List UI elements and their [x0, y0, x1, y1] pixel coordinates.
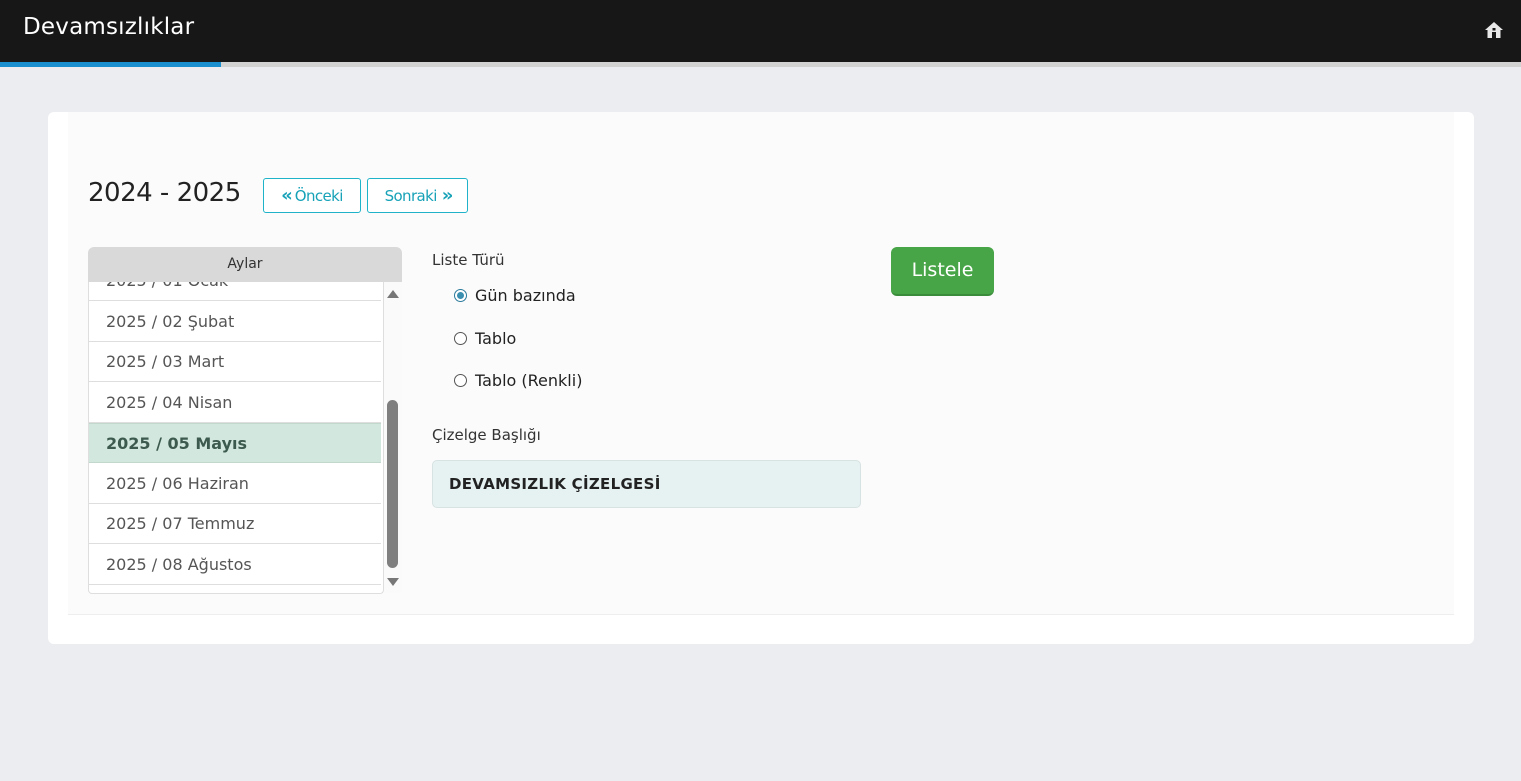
card-body: 2024 - 2025 « Önceki Sonraki » Aylar 202… — [68, 112, 1454, 615]
month-item[interactable]: 2025 / 05 Mayıs — [89, 423, 381, 463]
progress-fill — [0, 62, 221, 67]
month-item[interactable]: 2025 / 04 Nisan — [89, 383, 381, 423]
month-item[interactable]: 2025 / 07 Temmuz — [89, 504, 381, 544]
radio-tablo[interactable]: Tablo — [454, 329, 516, 348]
radio-button[interactable] — [454, 289, 467, 302]
scroll-down-arrow-icon[interactable] — [387, 578, 399, 586]
previous-label: Önceki — [294, 186, 344, 205]
scroll-thumb[interactable] — [387, 400, 398, 568]
next-button[interactable]: Sonraki » — [367, 178, 468, 213]
progress-bar — [0, 62, 1521, 67]
month-item[interactable]: 2025 / 06 Haziran — [89, 464, 381, 504]
page-title: Devamsızlıklar — [23, 14, 195, 40]
month-item[interactable]: 2025 / 01 Ocak — [89, 282, 381, 301]
list-button[interactable]: Listele — [891, 247, 994, 296]
months-header: Aylar — [88, 247, 402, 282]
months-list[interactable]: 2025 / 01 Ocak2025 / 02 Şubat2025 / 03 M… — [88, 282, 384, 594]
year-range: 2024 - 2025 — [88, 178, 241, 208]
double-chevron-left-icon: « — [281, 184, 293, 206]
radio-label: Tablo (Renkli) — [475, 371, 583, 390]
radio-button[interactable] — [454, 374, 467, 387]
home-icon[interactable] — [1484, 20, 1504, 40]
list-type-label: Liste Türü — [432, 251, 505, 269]
radio-tablo-renkli[interactable]: Tablo (Renkli) — [454, 371, 582, 390]
months-scrollbar[interactable] — [384, 282, 402, 593]
radio-label: Tablo — [475, 329, 517, 348]
radio-button[interactable] — [454, 332, 467, 345]
main-card: 2024 - 2025 « Önceki Sonraki » Aylar 202… — [48, 112, 1474, 644]
radio-gun-bazinda[interactable]: Gün bazında — [454, 286, 576, 305]
month-item[interactable]: 2025 / 03 Mart — [89, 342, 381, 382]
app-header: Devamsızlıklar — [0, 0, 1521, 62]
sheet-title-input[interactable]: DEVAMSIZLIK ÇİZELGESİ — [432, 460, 861, 508]
scroll-up-arrow-icon[interactable] — [387, 290, 399, 298]
sheet-title-label: Çizelge Başlığı — [432, 426, 541, 444]
next-label: Sonraki — [384, 186, 438, 205]
double-chevron-right-icon: » — [441, 184, 454, 206]
month-item[interactable]: 2025 / 08 Ağustos — [89, 545, 381, 585]
month-item[interactable]: 2025 / 02 Şubat — [89, 302, 381, 342]
previous-button[interactable]: « Önceki — [263, 178, 361, 213]
radio-label: Gün bazında — [475, 286, 576, 305]
